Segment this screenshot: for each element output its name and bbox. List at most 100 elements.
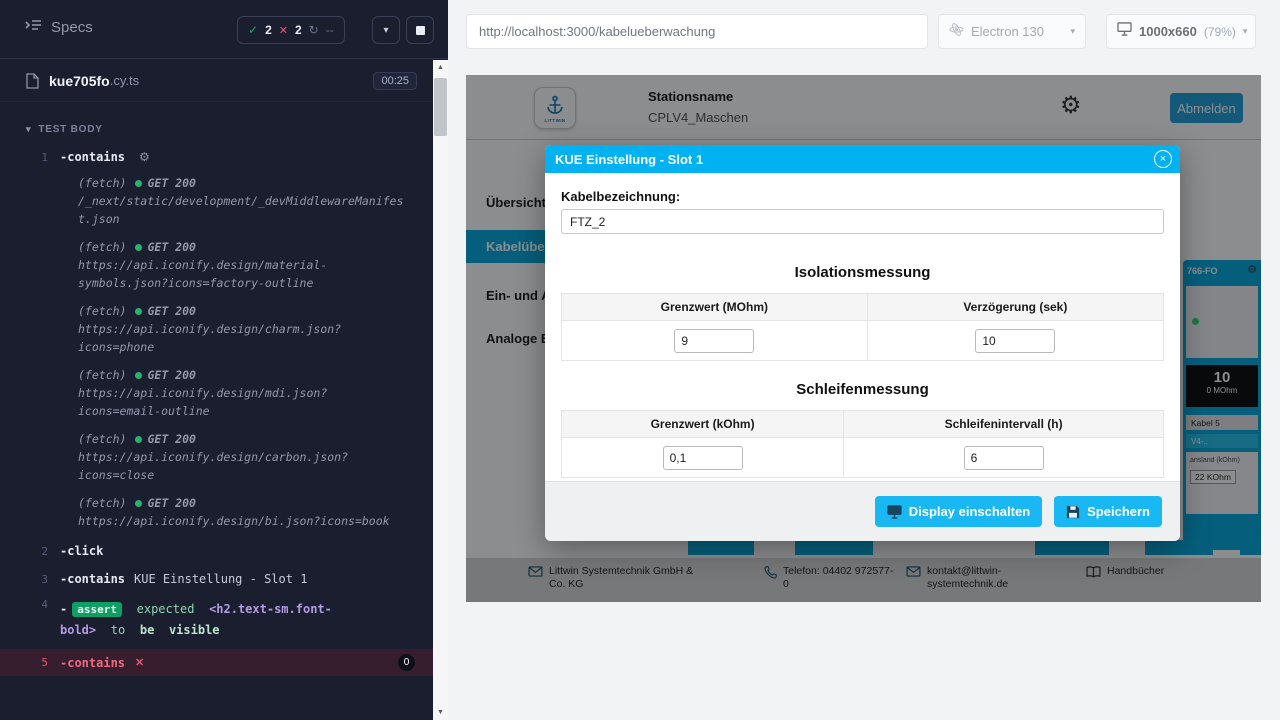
- table-cell: [844, 438, 1164, 478]
- pending-count: --: [326, 23, 334, 37]
- spec-extension: .cy.ts: [110, 73, 139, 88]
- assert-text: expected: [137, 602, 195, 616]
- command-log: ▾ TEST BODY 1 -contains ⚙ (fetch) GET 20…: [0, 118, 433, 676]
- assert-dash: -: [60, 602, 67, 616]
- table-cell: [562, 438, 844, 478]
- network-log: (fetch) GET 200 /_next/static/developmen…: [78, 174, 408, 530]
- collapse-button[interactable]: ▾: [372, 16, 400, 44]
- iso-limit-input[interactable]: [674, 329, 754, 353]
- loop-table: Grenzwert (kOhm) Schleifenintervall (h): [561, 410, 1164, 478]
- cypress-reporter: Specs ✓ 2 ✕ 2 ↻ -- ▾ kue705fo .cy.ts 00:…: [0, 0, 448, 720]
- cable-name-label: Kabelbezeichnung:: [561, 189, 1164, 204]
- isolation-table: Grenzwert (MOhm) Verzögerung (sek): [561, 293, 1164, 361]
- close-button[interactable]: ×: [1154, 150, 1172, 168]
- status-ok-dot-icon: [135, 180, 142, 187]
- display-on-button[interactable]: Display einschalten: [875, 496, 1042, 527]
- table-cell: [562, 321, 868, 361]
- command-contains-2[interactable]: 3 -contains KUE Einstellung - Slot 1: [0, 568, 433, 590]
- specs-list-icon: [24, 18, 42, 36]
- line-number: 5: [0, 656, 48, 669]
- fetch-label: (fetch): [78, 176, 126, 190]
- assert-text-bold: visible: [169, 623, 220, 637]
- fetch-status: GET 200: [147, 176, 195, 190]
- dialog-body: Kabelbezeichnung: Isolationsmessung Gren…: [545, 189, 1180, 478]
- fetch-status: GET 200: [147, 496, 195, 510]
- passed-icon: ✓: [248, 23, 258, 37]
- command-click[interactable]: 2 -click: [0, 540, 433, 562]
- line-number: 2: [0, 545, 48, 558]
- status-ok-dot-icon: [135, 372, 142, 379]
- kue-settings-dialog: KUE Einstellung - Slot 1 × Kabelbezeichn…: [545, 145, 1180, 541]
- reporter-header: Specs ✓ 2 ✕ 2 ↻ -- ▾: [0, 0, 448, 59]
- network-log-entry[interactable]: (fetch) GET 200 /_next/static/developmen…: [78, 174, 408, 228]
- command-name: -click: [60, 544, 103, 558]
- network-log-entry[interactable]: (fetch) GET 200 https://api.iconify.desi…: [78, 494, 408, 530]
- column-header: Grenzwert (kOhm): [562, 411, 844, 438]
- spec-file-row[interactable]: kue705fo .cy.ts 00:25: [0, 60, 433, 102]
- network-log-entry[interactable]: (fetch) GET 200 https://api.iconify.desi…: [78, 238, 408, 292]
- scrollbar-thumb[interactable]: [434, 78, 447, 136]
- fetch-url: https://api.iconify.design/bi.json?icons…: [78, 512, 408, 530]
- loop-section-title: Schleifenmessung: [561, 381, 1164, 398]
- fetch-label: (fetch): [78, 240, 126, 254]
- url-control-bar: Electron 130 ▾ 1000x660 (79%) ▾: [448, 0, 1280, 64]
- command-contains-1[interactable]: 1 -contains ⚙: [0, 146, 433, 168]
- command-name: -contains: [60, 656, 125, 670]
- spec-name: kue705fo: [49, 73, 110, 89]
- status-ok-dot-icon: [135, 244, 142, 251]
- arrow-up-icon: ▲: [437, 64, 444, 71]
- command-argument: KUE Einstellung - Slot 1: [134, 572, 307, 586]
- browser-select[interactable]: Electron 130 ▾: [938, 14, 1086, 49]
- stop-button[interactable]: [406, 16, 434, 44]
- fetch-status: GET 200: [147, 304, 195, 318]
- status-ok-dot-icon: [135, 436, 142, 443]
- save-button[interactable]: Speichern: [1054, 496, 1162, 527]
- fetch-url: https://api.iconify.design/charm.json?ic…: [78, 320, 408, 356]
- url-input[interactable]: [466, 14, 928, 49]
- fetch-status: GET 200: [147, 432, 195, 446]
- fetch-label: (fetch): [78, 496, 126, 510]
- chevron-down-icon: ▾: [1070, 26, 1075, 37]
- line-number: 3: [0, 573, 48, 586]
- stop-icon: [416, 26, 425, 35]
- loop-limit-input[interactable]: [663, 446, 743, 470]
- close-icon: ×: [1160, 153, 1166, 165]
- network-log-entry[interactable]: (fetch) GET 200 https://api.iconify.desi…: [78, 430, 408, 484]
- status-ok-dot-icon: [135, 500, 142, 507]
- browser-name: Electron 130: [971, 24, 1044, 39]
- electron-browser-icon: [949, 22, 964, 42]
- scroll-down-arrow[interactable]: ▼: [433, 705, 448, 720]
- line-number: 1: [0, 151, 48, 164]
- command-options-gear-icon: ⚙: [139, 150, 150, 164]
- cable-name-input[interactable]: [561, 209, 1164, 234]
- specs-label: Specs: [51, 19, 93, 36]
- network-log-entry[interactable]: (fetch) GET 200 https://api.iconify.desi…: [78, 366, 408, 420]
- loop-interval-input[interactable]: [964, 446, 1044, 470]
- fetch-label: (fetch): [78, 432, 126, 446]
- line-number: 4: [0, 598, 48, 640]
- monitor-icon: [887, 505, 902, 519]
- arrow-down-icon: ▼: [437, 709, 444, 716]
- command-assert[interactable]: 4 -assert expected <h2.text-sm.font-bold…: [0, 598, 433, 640]
- viewport-select[interactable]: 1000x660 (79%) ▾: [1106, 14, 1256, 49]
- network-log-entry[interactable]: (fetch) GET 200 https://api.iconify.desi…: [78, 302, 408, 356]
- sidebar-scrollbar[interactable]: ▲ ▼: [433, 60, 448, 720]
- spec-file-icon: [26, 73, 39, 89]
- caret-down-icon: ▾: [26, 124, 31, 135]
- display-on-label: Display einschalten: [909, 504, 1030, 519]
- test-body-toggle[interactable]: ▾ TEST BODY: [0, 118, 433, 140]
- iso-delay-input[interactable]: [975, 329, 1055, 353]
- viewport-zoom: (79%): [1204, 25, 1236, 39]
- column-header: Verzögerung (sek): [867, 294, 1163, 321]
- save-label: Speichern: [1087, 504, 1150, 519]
- command-contains-failed[interactable]: 5 -contains ✕ 0: [0, 649, 433, 676]
- pending-icon: ↻: [309, 23, 319, 37]
- scroll-up-arrow[interactable]: ▲: [433, 60, 448, 75]
- test-stats[interactable]: ✓ 2 ✕ 2 ↻ --: [237, 16, 345, 44]
- assert-text: to: [111, 623, 125, 637]
- passed-count: 2: [265, 23, 272, 37]
- status-ok-dot-icon: [135, 308, 142, 315]
- specs-menu[interactable]: Specs: [24, 18, 93, 36]
- fail-x-icon: ✕: [135, 656, 144, 669]
- floppy-save-icon: [1066, 505, 1080, 519]
